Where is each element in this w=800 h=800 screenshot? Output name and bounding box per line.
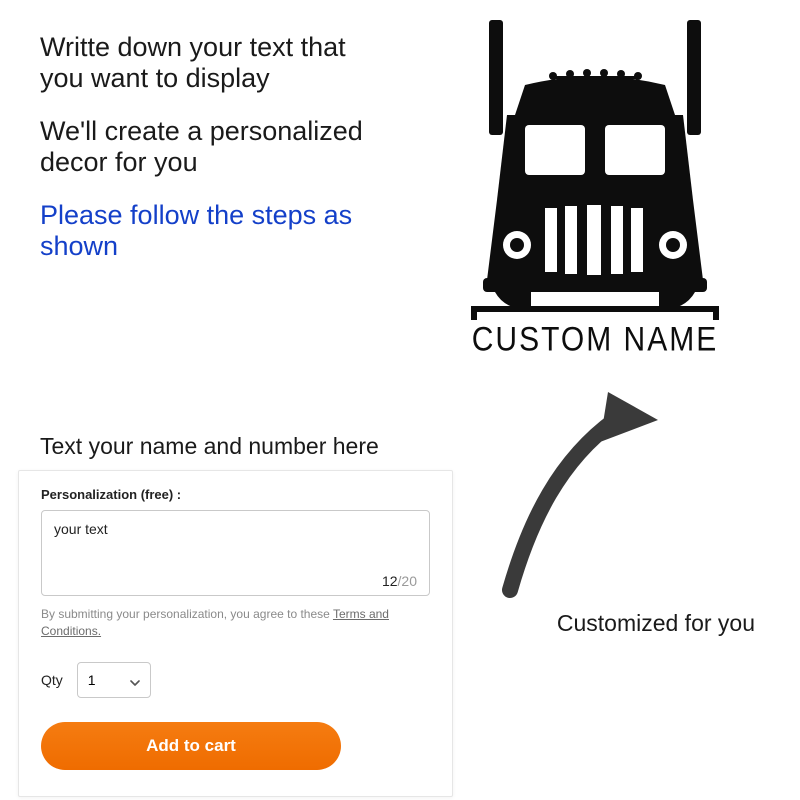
qty-row: Qty 1 [41, 662, 430, 698]
qty-value: 1 [88, 672, 96, 688]
personalization-textarea[interactable]: your text 12/20 [41, 510, 430, 596]
personalization-label: Personalization (free) : [41, 487, 430, 502]
qty-label: Qty [41, 672, 63, 688]
personalization-panel: Personalization (free) : your text 12/20… [18, 470, 453, 797]
truck-silhouette-icon [465, 20, 725, 320]
disclaimer-text: By submitting your personalization, you … [41, 606, 430, 640]
disclaimer-prefix: By submitting your personalization, you … [41, 607, 333, 621]
customized-caption: Customized for you [557, 610, 755, 637]
instruction-line-1: Writte down your text that you want to d… [40, 32, 370, 94]
product-preview: CUSTOM NAME [440, 20, 750, 357]
form-heading: Text your name and number here [40, 433, 379, 460]
arrow-icon [490, 380, 660, 605]
custom-name-text: CUSTOM NAME [440, 320, 750, 359]
personalization-entered-text: your text [54, 521, 417, 537]
chevron-down-icon [130, 675, 140, 685]
add-to-cart-button[interactable]: Add to cart [41, 722, 341, 770]
instruction-highlight: Please follow the steps as shown [40, 200, 370, 262]
char-count-current: 12 [382, 573, 398, 589]
char-count-limit: /20 [398, 573, 417, 589]
char-counter: 12/20 [382, 573, 417, 589]
qty-select[interactable]: 1 [77, 662, 151, 698]
instructions-block: Writte down your text that you want to d… [40, 32, 370, 284]
instruction-line-2: We'll create a per­sonalized decor for y… [40, 116, 370, 178]
